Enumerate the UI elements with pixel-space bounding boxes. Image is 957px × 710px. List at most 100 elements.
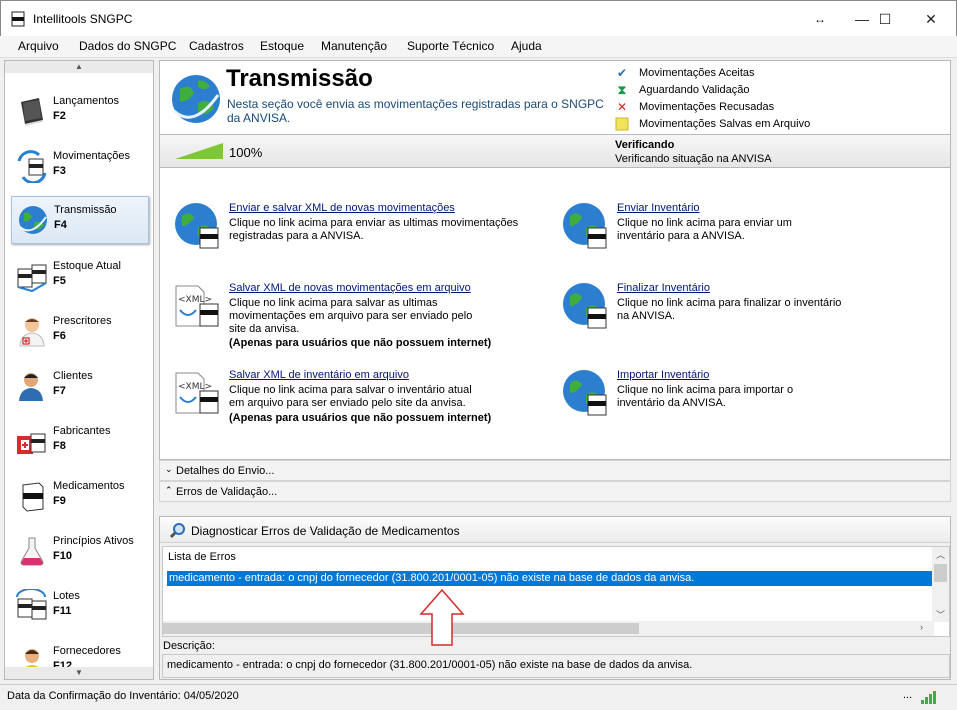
validation-errors-label: Erros de Validação... <box>176 486 278 498</box>
save-xml-link[interactable]: Salvar XML de novas movimentações em arq… <box>229 282 471 294</box>
save-inventory-xml-link[interactable]: Salvar XML de inventário em arquivo <box>229 369 409 381</box>
globe-icon <box>172 75 220 123</box>
sidebar-item-key: F2 <box>53 110 66 122</box>
sidebar-item-label: Movimentações <box>53 150 131 162</box>
sidebar-item-key: F6 <box>53 330 66 342</box>
diagnostics-title: Diagnosticar Erros de Validação de Medic… <box>191 524 460 538</box>
actions-panel: Enviar e salvar XML de novas movimentaçõ… <box>159 168 951 460</box>
sidebar-item-label: Princípios Ativos <box>53 535 134 547</box>
sidebar-item-label: Lançamentos <box>53 95 120 107</box>
status-more[interactable]: ... <box>903 689 912 701</box>
finish-inventory-link[interactable]: Finalizar Inventário <box>617 282 710 294</box>
sidebar-item-label: Transmissão <box>54 204 117 216</box>
chevron-up-icon: ⌃ <box>165 485 173 495</box>
import-inventory-desc: Clique no link acima para importar o inv… <box>617 384 794 409</box>
sidebar-item-lotes[interactable]: Lotes F11 <box>11 583 149 631</box>
maximize-button[interactable]: ☐ <box>862 7 908 31</box>
import-inventory-link[interactable]: Importar Inventário <box>617 369 709 381</box>
error-list[interactable]: Lista de Erros medicamento - entrada: o … <box>162 546 950 637</box>
xml-file-icon: <XML> <box>175 372 219 414</box>
menu-cadastros[interactable]: Cadastros <box>189 39 244 53</box>
status-title: Verificando <box>615 139 675 151</box>
scroll-down-icon[interactable]: ﹀ <box>936 608 945 621</box>
close-button[interactable]: ✕ <box>908 7 954 31</box>
send-xml-link[interactable]: Enviar e salvar XML de novas movimentaçõ… <box>229 202 455 214</box>
sidebar-item-fabricantes[interactable]: Fabricantes F8 <box>11 418 149 466</box>
scroll-thumb[interactable] <box>934 564 947 582</box>
send-xml-desc: Clique no link acima para enviar as ulti… <box>229 217 519 242</box>
sidebar-item-key: F11 <box>53 605 72 617</box>
book-icon <box>21 98 43 126</box>
menu-arquivo[interactable]: Arquivo <box>18 39 59 53</box>
error-list-hscroll[interactable]: › <box>163 621 934 636</box>
factory-icon <box>17 433 46 454</box>
send-details-toggle[interactable]: ⌄ Detalhes do Envio... <box>159 460 951 481</box>
validation-errors-toggle[interactable]: ⌃ Erros de Validação... <box>159 481 951 502</box>
send-inventory-link[interactable]: Enviar Inventário <box>617 202 700 214</box>
menu-manutencao[interactable]: Manutenção <box>321 39 387 53</box>
hourglass-icon: ⧗ <box>617 83 627 97</box>
status-text: Data da Confirmação do Inventário: 04/05… <box>7 690 239 702</box>
medicine-box-icon <box>22 482 44 512</box>
sidebar-item-prescritores[interactable]: Prescritores F6 <box>11 308 149 356</box>
sidebar-item-label: Fornecedores <box>53 645 121 657</box>
error-list-item[interactable]: medicamento - entrada: o cnpj do fornece… <box>167 571 934 586</box>
transmission-progress: 100% Verificando Verificando situação na… <box>159 134 951 168</box>
sidebar-scroll-down[interactable]: ▼ <box>5 667 153 679</box>
progress-percent: 100% <box>229 145 263 160</box>
section-header: Transmissão Nesta seção você envia as mo… <box>159 60 951 134</box>
save-xml-desc: Clique no link acima para salvar as ulti… <box>229 297 473 335</box>
sidebar-item-key: F9 <box>53 495 66 507</box>
page-title: Transmissão <box>226 65 373 92</box>
action-save-xml: <XML> Salvar XML de novas movimentações … <box>172 280 512 360</box>
description-text: medicamento - entrada: o cnpj do fornece… <box>167 659 693 671</box>
sidebar-item-movimentacoes[interactable]: Movimentações F3 <box>11 143 149 191</box>
boxes-icon <box>17 264 47 293</box>
menu-estoque[interactable]: Estoque <box>260 39 304 53</box>
page-description: Nesta seção você envia as movimentações … <box>227 97 604 125</box>
chevron-down-icon: ⌄ <box>165 464 173 474</box>
signal-icon <box>921 691 936 704</box>
menu-ajuda[interactable]: Ajuda <box>511 39 542 53</box>
sidebar-item-key: F7 <box>53 385 66 397</box>
error-list-vscroll[interactable]: ︿ ﹀ <box>932 547 949 622</box>
globe-icon <box>175 203 219 249</box>
sidebar: ▲ Lançamentos F2 Movimentações F3 Transm… <box>4 60 154 680</box>
save-inventory-xml-desc: Clique no link acima para salvar o inven… <box>229 384 472 409</box>
resize-icon[interactable]: ↔ <box>797 7 843 31</box>
check-icon: ✔ <box>616 66 628 80</box>
menu-suporte-tecnico[interactable]: Suporte Técnico <box>407 39 494 53</box>
red-arrow-annotation <box>419 588 465 646</box>
sidebar-item-medicamentos[interactable]: Medicamentos F9 <box>11 473 149 521</box>
status-text: Verificando situação na ANVISA <box>615 153 772 165</box>
sidebar-item-lancamentos[interactable]: Lançamentos F2 <box>11 88 149 136</box>
progress-indicator <box>175 143 223 159</box>
scroll-up-icon[interactable]: ︿ <box>936 548 945 561</box>
action-send-xml: Enviar e salvar XML de novas movimentaçõ… <box>172 200 518 280</box>
sidebar-item-key: F3 <box>53 165 66 177</box>
magnifier-icon <box>170 523 185 538</box>
sidebar-item-label: Lotes <box>53 590 80 602</box>
menu-dados-sngpc[interactable]: Dados do SNGPC <box>79 39 176 53</box>
main-panel: Transmissão Nesta seção você envia as mo… <box>159 60 951 680</box>
save-xml-note: (Apenas para usuários que não possuem in… <box>229 337 492 349</box>
description-label: Descrição: <box>163 640 215 652</box>
sidebar-item-transmissao[interactable]: Transmissão F4 <box>11 196 149 244</box>
sidebar-item-label: Estoque Atual <box>53 260 121 272</box>
globe-icon <box>563 283 607 329</box>
sidebar-item-principios-ativos[interactable]: Princípios Ativos F10 <box>11 528 149 576</box>
diagnostics-header[interactable]: Diagnosticar Erros de Validação de Medic… <box>160 517 950 543</box>
lots-icon <box>16 589 47 620</box>
sidebar-scroll-up[interactable]: ▲ <box>5 61 153 73</box>
error-list-header: Lista de Erros <box>168 551 236 563</box>
action-finish-inventory: Finalizar Inventário Clique no link acim… <box>560 280 900 360</box>
sidebar-item-estoque-atual[interactable]: Estoque Atual F5 <box>11 253 149 301</box>
sidebar-item-clientes[interactable]: Clientes F7 <box>11 363 149 411</box>
xml-file-icon: <XML> <box>175 285 219 327</box>
scroll-right-icon[interactable]: › <box>920 622 923 632</box>
description-field[interactable]: medicamento - entrada: o cnpj do fornece… <box>162 654 950 678</box>
status-bar: Data da Confirmação do Inventário: 04/05… <box>0 684 957 710</box>
scroll-thumb[interactable] <box>163 623 639 634</box>
sidebar-item-label: Fabricantes <box>53 425 111 437</box>
transfer-icon <box>17 150 47 183</box>
